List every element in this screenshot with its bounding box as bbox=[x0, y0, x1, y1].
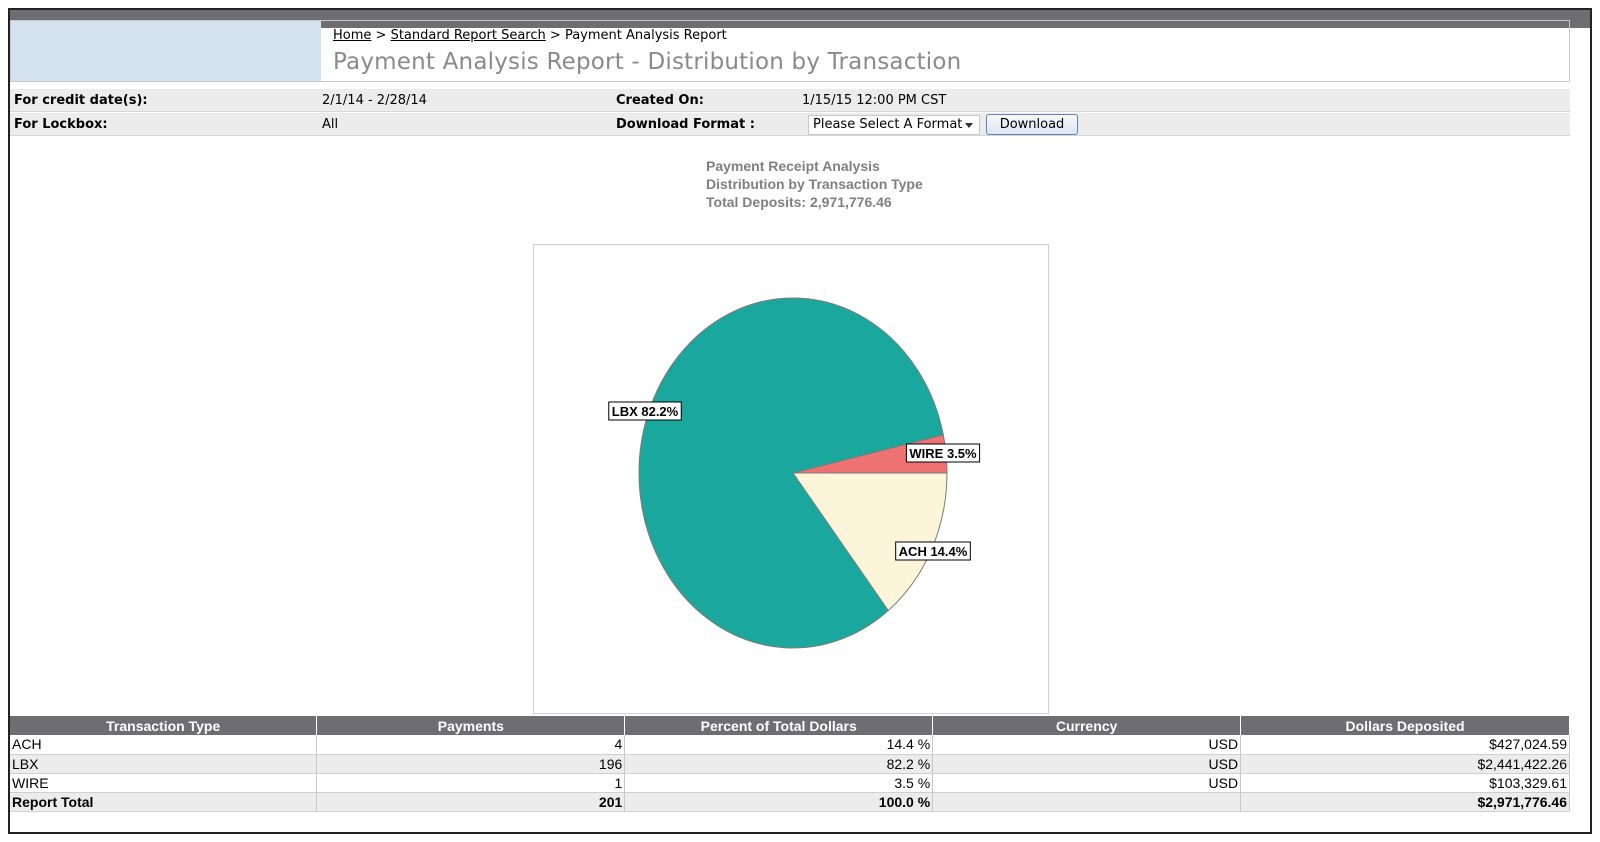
table-row: ACH 4 14.4 % USD $427,024.59 bbox=[10, 735, 1570, 755]
cell-currency: USD bbox=[932, 754, 1242, 774]
cell-dollars-deposited: $103,329.61 bbox=[1240, 773, 1570, 793]
cell-dollars-deposited: $2,441,422.26 bbox=[1240, 754, 1570, 774]
pie-label-lbx: LBX 82.2% bbox=[608, 401, 682, 421]
svg-text:ACH 14.4%: ACH 14.4% bbox=[899, 544, 968, 559]
svg-text:WIRE 3.5%: WIRE 3.5% bbox=[909, 446, 977, 461]
table-header-row: Transaction Type Payments Percent of Tot… bbox=[10, 716, 1570, 735]
breadcrumb-separator: > bbox=[549, 28, 561, 43]
page-title: Payment Analysis Report - Distribution b… bbox=[333, 49, 962, 75]
cell-percent: 3.5 % bbox=[624, 773, 934, 793]
pie-label-wire: WIRE 3.5% bbox=[905, 443, 981, 463]
created-on-value: 1/15/15 12:00 PM CST bbox=[802, 93, 947, 108]
svg-text:LBX 82.2%: LBX 82.2% bbox=[612, 404, 679, 419]
credit-date-value: 2/1/14 - 2/28/14 bbox=[322, 93, 427, 108]
breadcrumb-current: Payment Analysis Report bbox=[564, 28, 727, 43]
table-row: WIRE 1 3.5 % USD $103,329.61 bbox=[10, 773, 1570, 793]
meta-row-dates: For credit date(s): 2/1/14 - 2/28/14 Cre… bbox=[10, 88, 1570, 112]
chart-title: Payment Receipt Analysis bbox=[706, 158, 880, 174]
download-format-label: Download Format : bbox=[616, 117, 755, 132]
cell-payments: 1 bbox=[316, 773, 626, 793]
col-header-percent: Percent of Total Dollars bbox=[624, 716, 934, 735]
col-header-dollars-deposited: Dollars Deposited bbox=[1240, 716, 1570, 735]
cell-currency: USD bbox=[932, 773, 1242, 793]
table-row: LBX 196 82.2 % USD $2,441,422.26 bbox=[10, 754, 1570, 774]
cell-total-percent: 100.0 % bbox=[624, 792, 934, 812]
cell-total-currency bbox=[932, 792, 1242, 812]
chevron-down-icon bbox=[965, 123, 973, 128]
chart-subtitle: Distribution by Transaction Type bbox=[706, 176, 923, 192]
header-logo-panel bbox=[11, 21, 321, 81]
cell-currency: USD bbox=[932, 735, 1242, 755]
cell-transaction-type: ACH bbox=[10, 735, 318, 755]
format-select-value: Please Select A Format bbox=[813, 117, 963, 132]
meta-row-lockbox: For Lockbox: All Download Format : Pleas… bbox=[10, 112, 1570, 136]
download-button[interactable]: Download bbox=[986, 114, 1078, 135]
lockbox-value: All bbox=[322, 117, 339, 132]
breadcrumb-report-search-link[interactable]: Standard Report Search bbox=[391, 28, 546, 43]
transaction-table: Transaction Type Payments Percent of Tot… bbox=[10, 716, 1570, 812]
cell-payments: 4 bbox=[316, 735, 626, 755]
breadcrumb-separator: > bbox=[375, 28, 387, 43]
table-total-row: Report Total 201 100.0 % $2,971,776.46 bbox=[10, 792, 1570, 812]
cell-percent: 14.4 % bbox=[624, 735, 934, 755]
col-header-payments: Payments bbox=[316, 716, 626, 735]
pie-label-ach: ACH 14.4% bbox=[895, 541, 971, 561]
created-on-label: Created On: bbox=[616, 93, 704, 108]
cell-dollars-deposited: $427,024.59 bbox=[1240, 735, 1570, 755]
report-parameters: For credit date(s): 2/1/14 - 2/28/14 Cre… bbox=[10, 88, 1570, 136]
pie-chart-container: LBX 82.2% WIRE 3.5% ACH 14.4% bbox=[533, 244, 1049, 714]
cell-transaction-type: WIRE bbox=[10, 773, 318, 793]
cell-transaction-type: LBX bbox=[10, 754, 318, 774]
report-header: Home > Standard Report Search > Payment … bbox=[10, 20, 1570, 82]
lockbox-label: For Lockbox: bbox=[14, 117, 108, 132]
cell-total-label: Report Total bbox=[10, 792, 318, 812]
col-header-transaction-type: Transaction Type bbox=[10, 716, 318, 735]
chart-total-deposits: Total Deposits: 2,971,776.46 bbox=[706, 194, 892, 210]
credit-date-label: For credit date(s): bbox=[14, 93, 148, 108]
cell-total-dollars: $2,971,776.46 bbox=[1240, 792, 1570, 812]
breadcrumb-home-link[interactable]: Home bbox=[333, 28, 371, 43]
cell-percent: 82.2 % bbox=[624, 754, 934, 774]
col-header-currency: Currency bbox=[932, 716, 1242, 735]
cell-payments: 196 bbox=[316, 754, 626, 774]
download-format-select[interactable]: Please Select A Format bbox=[808, 115, 980, 135]
pie-chart: LBX 82.2% WIRE 3.5% ACH 14.4% bbox=[608, 297, 981, 649]
chart-heading: Payment Receipt Analysis Distribution by… bbox=[706, 157, 923, 211]
cell-total-payments: 201 bbox=[316, 792, 626, 812]
breadcrumb: Home > Standard Report Search > Payment … bbox=[333, 28, 727, 43]
